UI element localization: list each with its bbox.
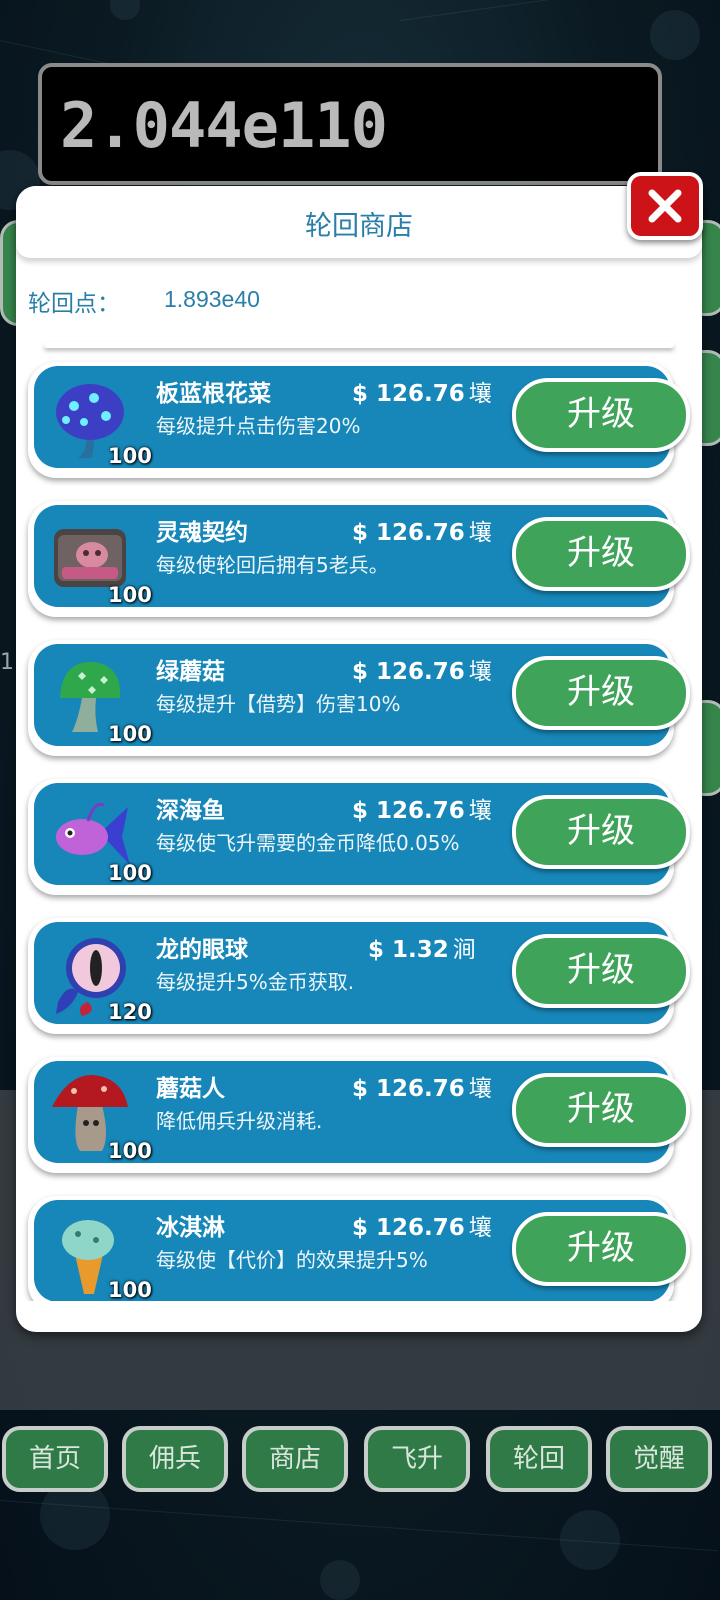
item-level: 100 xyxy=(108,583,152,607)
item-price: $ 126.76 壤 xyxy=(352,513,492,547)
price-value: $ 126.76 xyxy=(352,1215,465,1241)
score-value: 2.044e110 xyxy=(60,89,388,162)
dialog-title: 轮回商店 xyxy=(305,211,413,242)
item-description: 每级提升【借势】伤害10% xyxy=(156,692,401,716)
shop-item: 100 冰淇淋 $ 126.76 壤 每级使【代价】的效果提升5% 升级 xyxy=(28,1196,690,1301)
price-unit: 壤 xyxy=(468,1215,492,1241)
item-name: 冰淇淋 xyxy=(156,1215,225,1241)
price-value: $ 126.76 xyxy=(352,381,465,407)
item-description: 每级提升点击伤害20% xyxy=(156,414,361,438)
upgrade-button[interactable]: 升级 xyxy=(512,795,690,869)
dialog-header: 轮回商店 xyxy=(16,186,702,258)
price-unit: 涧 xyxy=(452,937,476,963)
price-unit: 壤 xyxy=(468,520,492,546)
item-level: 100 xyxy=(108,861,152,885)
shop-item-list[interactable]: 100 板蓝根花菜 $ 126.76 壤 每级提升点击伤害20% 升级 100 … xyxy=(16,348,702,1301)
shop-item: 100 灵魂契约 $ 126.76 壤 每级使轮回后拥有5老兵。 升级 xyxy=(28,501,690,625)
nav-awaken[interactable]: 觉醒 xyxy=(606,1426,712,1492)
shop-item: 100 绿蘑菇 $ 126.76 壤 每级提升【借势】伤害10% 升级 xyxy=(28,640,690,764)
nav-ascend[interactable]: 飞升 xyxy=(364,1426,470,1492)
shop-item: 100 深海鱼 $ 126.76 壤 每级使飞升需要的金币降低0.05% 升级 xyxy=(28,779,690,903)
upgrade-button[interactable]: 升级 xyxy=(512,378,690,452)
item-price: $ 1.32 涧 xyxy=(368,930,476,964)
price-value: $ 126.76 xyxy=(352,520,465,546)
item-name: 绿蘑菇 xyxy=(156,659,225,685)
bottom-nav: 首页 佣兵 商店 飞升 轮回 觉醒 xyxy=(0,1426,720,1494)
points-value: 1.893e40 xyxy=(164,286,260,312)
score-display: 2.044e110 xyxy=(38,63,662,185)
price-value: $ 126.76 xyxy=(352,659,465,685)
item-level: 100 xyxy=(108,1278,152,1301)
item-description: 每级使轮回后拥有5老兵。 xyxy=(156,553,389,577)
item-price: $ 126.76 壤 xyxy=(352,1069,492,1103)
item-name: 板蓝根花菜 xyxy=(156,381,271,407)
price-unit: 壤 xyxy=(468,1076,492,1102)
upgrade-button[interactable]: 升级 xyxy=(512,1212,690,1286)
upgrade-button[interactable]: 升级 xyxy=(512,517,690,591)
item-name: 深海鱼 xyxy=(156,798,225,824)
shop-item: 100 板蓝根花菜 $ 126.76 壤 每级提升点击伤害20% 升级 xyxy=(28,362,690,486)
item-name: 灵魂契约 xyxy=(156,520,248,546)
close-button[interactable] xyxy=(627,172,703,240)
item-description: 降低佣兵升级消耗. xyxy=(156,1109,323,1133)
item-name: 龙的眼球 xyxy=(156,937,248,963)
item-level: 100 xyxy=(108,722,152,746)
price-value: $ 126.76 xyxy=(352,1076,465,1102)
nav-reincarnation[interactable]: 轮回 xyxy=(486,1426,592,1492)
price-value: $ 1.32 xyxy=(368,937,449,963)
item-level: 120 xyxy=(108,1000,152,1024)
close-icon xyxy=(648,189,682,223)
nav-mercenaries[interactable]: 佣兵 xyxy=(122,1426,228,1492)
price-unit: 壤 xyxy=(468,659,492,685)
price-unit: 壤 xyxy=(468,381,492,407)
item-description: 每级使【代价】的效果提升5% xyxy=(156,1248,428,1272)
shop-item: 100 蘑菇人 $ 126.76 壤 降低佣兵升级消耗. 升级 xyxy=(28,1057,690,1181)
upgrade-button[interactable]: 升级 xyxy=(512,1073,690,1147)
price-value: $ 126.76 xyxy=(352,798,465,824)
nav-shop[interactable]: 商店 xyxy=(242,1426,348,1492)
item-level: 100 xyxy=(108,444,152,468)
points-label: 轮回点： xyxy=(28,291,120,317)
price-unit: 壤 xyxy=(468,798,492,824)
upgrade-button[interactable]: 升级 xyxy=(512,656,690,730)
item-price: $ 126.76 壤 xyxy=(352,1208,492,1242)
item-price: $ 126.76 壤 xyxy=(352,374,492,408)
item-level: 100 xyxy=(108,1139,152,1163)
item-description: 每级提升5%金币获取. xyxy=(156,970,355,994)
reincarnation-shop-dialog: 轮回商店 轮回点： 1.893e40 100 板蓝根花菜 $ 126.76 壤 … xyxy=(16,172,703,1332)
item-price: $ 126.76 壤 xyxy=(352,652,492,686)
nav-home[interactable]: 首页 xyxy=(2,1426,108,1492)
item-price: $ 126.76 壤 xyxy=(352,791,492,825)
item-description: 每级使飞升需要的金币降低0.05% xyxy=(156,831,460,855)
upgrade-button[interactable]: 升级 xyxy=(512,934,690,1008)
item-name: 蘑菇人 xyxy=(156,1076,225,1102)
background-number: 1 xyxy=(0,650,14,675)
shop-item: 120 龙的眼球 $ 1.32 涧 每级提升5%金币获取. 升级 xyxy=(28,918,690,1042)
